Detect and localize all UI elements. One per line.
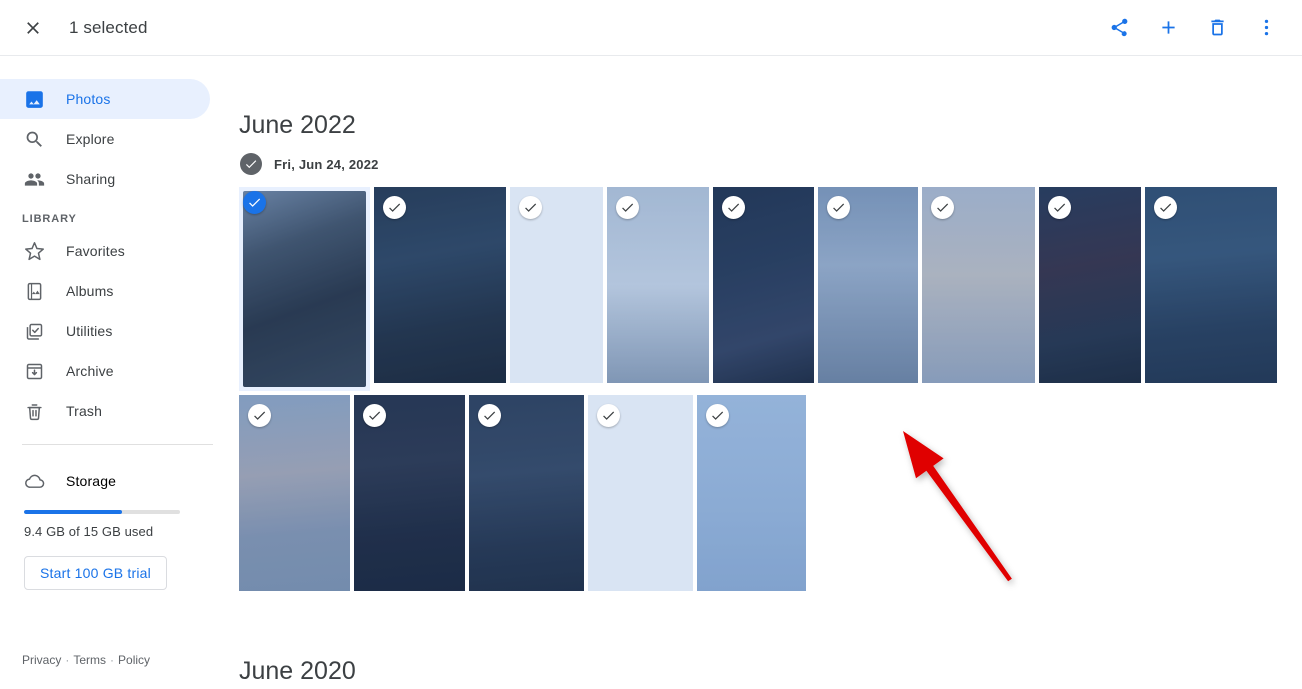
terms-link[interactable]: Terms <box>73 653 106 667</box>
sidebar-item-label: Archive <box>66 363 114 379</box>
photo-thumbnail[interactable] <box>374 187 506 383</box>
sidebar: Photos Explore Sharing LIBRARY Favorites… <box>0 57 230 689</box>
sidebar-item-label: Sharing <box>66 171 116 187</box>
sidebar-divider <box>22 444 213 445</box>
sidebar-item-label: Photos <box>66 91 111 107</box>
plus-icon <box>1161 21 1175 34</box>
add-button[interactable] <box>1146 6 1190 50</box>
day-label: Fri, Jun 24, 2022 <box>274 156 379 172</box>
photo-select-checkbox[interactable] <box>383 196 406 219</box>
photo-thumbnail[interactable] <box>239 187 370 391</box>
delete-button[interactable] <box>1195 6 1239 50</box>
photo-thumbnail[interactable] <box>1145 187 1277 383</box>
photo-grid-area: June 2022Fri, Jun 24, 2022June 2020Thu, … <box>230 57 1302 689</box>
close-icon <box>27 21 39 34</box>
sidebar-item-label: Albums <box>66 283 114 299</box>
photo-thumbnail[interactable] <box>354 395 465 591</box>
month-heading: June 2022 <box>239 111 356 139</box>
photo-thumbnail[interactable] <box>697 395 806 591</box>
photo-thumbnail[interactable] <box>922 187 1035 383</box>
photo-grid-row <box>239 187 1302 391</box>
photo-select-checkbox[interactable] <box>1154 196 1177 219</box>
sidebar-item-label: Trash <box>66 403 103 419</box>
trash-icon <box>1210 19 1224 36</box>
share-button[interactable] <box>1097 6 1141 50</box>
photo-select-checkbox[interactable] <box>931 196 954 219</box>
sidebar-item-label: Explore <box>66 131 115 147</box>
sidebar-item-label: Favorites <box>66 243 125 259</box>
day-select-checkbox[interactable] <box>240 153 262 175</box>
utilities-icon <box>22 319 46 343</box>
photo-thumbnail[interactable] <box>713 187 814 383</box>
selection-count-label: 1 selected <box>69 17 148 37</box>
selection-tint-overlay <box>243 191 366 387</box>
star-icon <box>22 239 46 263</box>
toolbar-actions <box>1097 6 1288 50</box>
sidebar-item-albums[interactable]: Albums <box>0 271 210 311</box>
sidebar-item-label: Utilities <box>66 323 113 339</box>
storage-label: Storage <box>66 473 117 489</box>
photo-select-checkbox[interactable] <box>248 404 271 427</box>
photo-select-checkbox[interactable] <box>722 196 745 219</box>
start-trial-button[interactable]: Start 100 GB trial <box>24 556 167 590</box>
more-vert-icon <box>1264 19 1268 36</box>
photo-select-checkbox[interactable] <box>478 404 501 427</box>
photo-thumbnail[interactable] <box>818 187 918 383</box>
photo-select-checkbox[interactable] <box>243 191 266 214</box>
photo-select-checkbox[interactable] <box>519 196 542 219</box>
archive-icon <box>22 359 46 383</box>
album-icon <box>22 279 46 303</box>
policy-link[interactable]: Policy <box>118 653 150 667</box>
more-options-button[interactable] <box>1244 6 1288 50</box>
sidebar-item-explore[interactable]: Explore <box>0 119 210 159</box>
photo-icon <box>22 87 46 111</box>
footer-separator: · <box>110 653 115 667</box>
photo-thumbnail[interactable] <box>510 187 603 383</box>
sidebar-item-utilities[interactable]: Utilities <box>0 311 210 351</box>
month-heading: June 2020 <box>239 657 356 685</box>
photo-thumbnail[interactable] <box>1039 187 1141 383</box>
sidebar-item-favorites[interactable]: Favorites <box>0 231 210 271</box>
photo-thumbnail[interactable] <box>607 187 709 383</box>
sidebar-item-sharing[interactable]: Sharing <box>0 159 210 199</box>
day-header: Fri, Jun 24, 2022 <box>240 153 1302 175</box>
sidebar-item-trash[interactable]: Trash <box>0 391 210 431</box>
sidebar-item-archive[interactable]: Archive <box>0 351 210 391</box>
storage-section-header[interactable]: Storage <box>0 461 230 501</box>
photo-select-checkbox[interactable] <box>827 196 850 219</box>
footer-links: Privacy · Terms · Policy <box>22 653 150 667</box>
storage-progress-fill <box>24 510 123 514</box>
selection-toolbar: 1 selected <box>0 0 1302 56</box>
photo-thumbnail[interactable] <box>469 395 584 591</box>
photo-grid-row <box>239 395 1302 591</box>
photo-select-checkbox[interactable] <box>363 404 386 427</box>
photo-select-checkbox[interactable] <box>1048 196 1071 219</box>
trash-outline-icon <box>22 399 46 423</box>
search-icon <box>22 127 46 151</box>
storage-used-label: 9.4 GB of 15 GB used <box>24 524 154 539</box>
share-icon <box>1111 18 1127 37</box>
sidebar-item-photos[interactable]: Photos <box>0 79 210 119</box>
photo-select-checkbox[interactable] <box>616 196 639 219</box>
people-icon <box>22 167 46 191</box>
footer-separator: · <box>65 653 70 667</box>
photo-thumbnail[interactable] <box>588 395 693 591</box>
close-selection-button[interactable] <box>9 4 57 52</box>
photo-image <box>243 191 366 387</box>
photo-thumbnail[interactable] <box>239 395 350 591</box>
storage-progress-bar <box>24 510 180 514</box>
photo-select-checkbox[interactable] <box>706 404 729 427</box>
photo-select-checkbox[interactable] <box>597 404 620 427</box>
sidebar-group-library-label: LIBRARY <box>22 213 77 225</box>
privacy-link[interactable]: Privacy <box>22 653 61 667</box>
cloud-icon <box>22 469 46 493</box>
